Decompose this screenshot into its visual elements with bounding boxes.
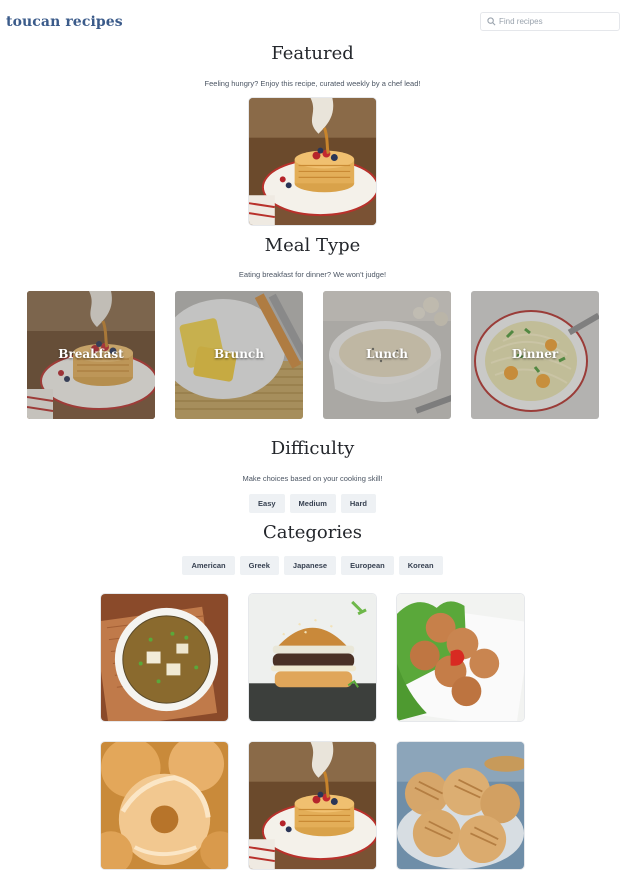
- difficulty-filter-row: Easy Medium Hard: [0, 494, 625, 513]
- meal-type-dinner-tile[interactable]: Dinner: [471, 291, 599, 419]
- brand-logo[interactable]: toucan recipes: [6, 14, 123, 30]
- top-bar: toucan recipes: [0, 0, 625, 44]
- search-input[interactable]: [499, 14, 614, 29]
- difficulty-chip-easy[interactable]: Easy: [249, 494, 285, 513]
- category-chip-japanese[interactable]: Japanese: [283, 556, 337, 575]
- recipe-card-image[interactable]: [397, 742, 524, 869]
- featured-title: Featured: [271, 43, 354, 64]
- category-filter-row: American Greek Japanese European Korean: [0, 556, 625, 575]
- difficulty-subtitle: Make choices based on your cooking skill…: [242, 474, 383, 483]
- recipe-card-image[interactable]: [397, 594, 524, 721]
- meal-type-label: Dinner: [511, 347, 559, 361]
- category-chip-greek[interactable]: Greek: [239, 556, 279, 575]
- category-chip-european[interactable]: European: [341, 556, 394, 575]
- recipe-card-image[interactable]: [249, 594, 376, 721]
- category-chip-korean[interactable]: Korean: [398, 556, 443, 575]
- meal-type-label: Lunch: [366, 347, 408, 361]
- categories-title: Categories: [263, 522, 362, 543]
- meal-type-label: Breakfast: [58, 347, 124, 361]
- recipe-card-image[interactable]: [101, 742, 228, 869]
- meal-type-lunch-tile[interactable]: Lunch: [323, 291, 451, 419]
- meal-type-brunch-tile[interactable]: Brunch: [175, 291, 303, 419]
- search-icon: [487, 17, 496, 26]
- meal-type-breakfast-tile[interactable]: Breakfast: [27, 291, 155, 419]
- meal-type-title: Meal Type: [264, 235, 361, 256]
- meal-type-subtitle: Eating breakfast for dinner? We won't ju…: [238, 270, 387, 279]
- search-box[interactable]: [480, 12, 620, 31]
- category-chip-american[interactable]: American: [182, 556, 235, 575]
- difficulty-chip-hard[interactable]: Hard: [340, 494, 376, 513]
- difficulty-chip-medium[interactable]: Medium: [289, 494, 336, 513]
- recipe-card-image[interactable]: [249, 742, 376, 869]
- featured-subtitle: Feeling hungry? Enjoy this recipe, curat…: [204, 79, 421, 88]
- difficulty-title: Difficulty: [270, 438, 355, 459]
- featured-recipe-image[interactable]: [249, 98, 376, 225]
- recipe-card-image[interactable]: [101, 594, 228, 721]
- meal-type-label: Brunch: [214, 347, 264, 361]
